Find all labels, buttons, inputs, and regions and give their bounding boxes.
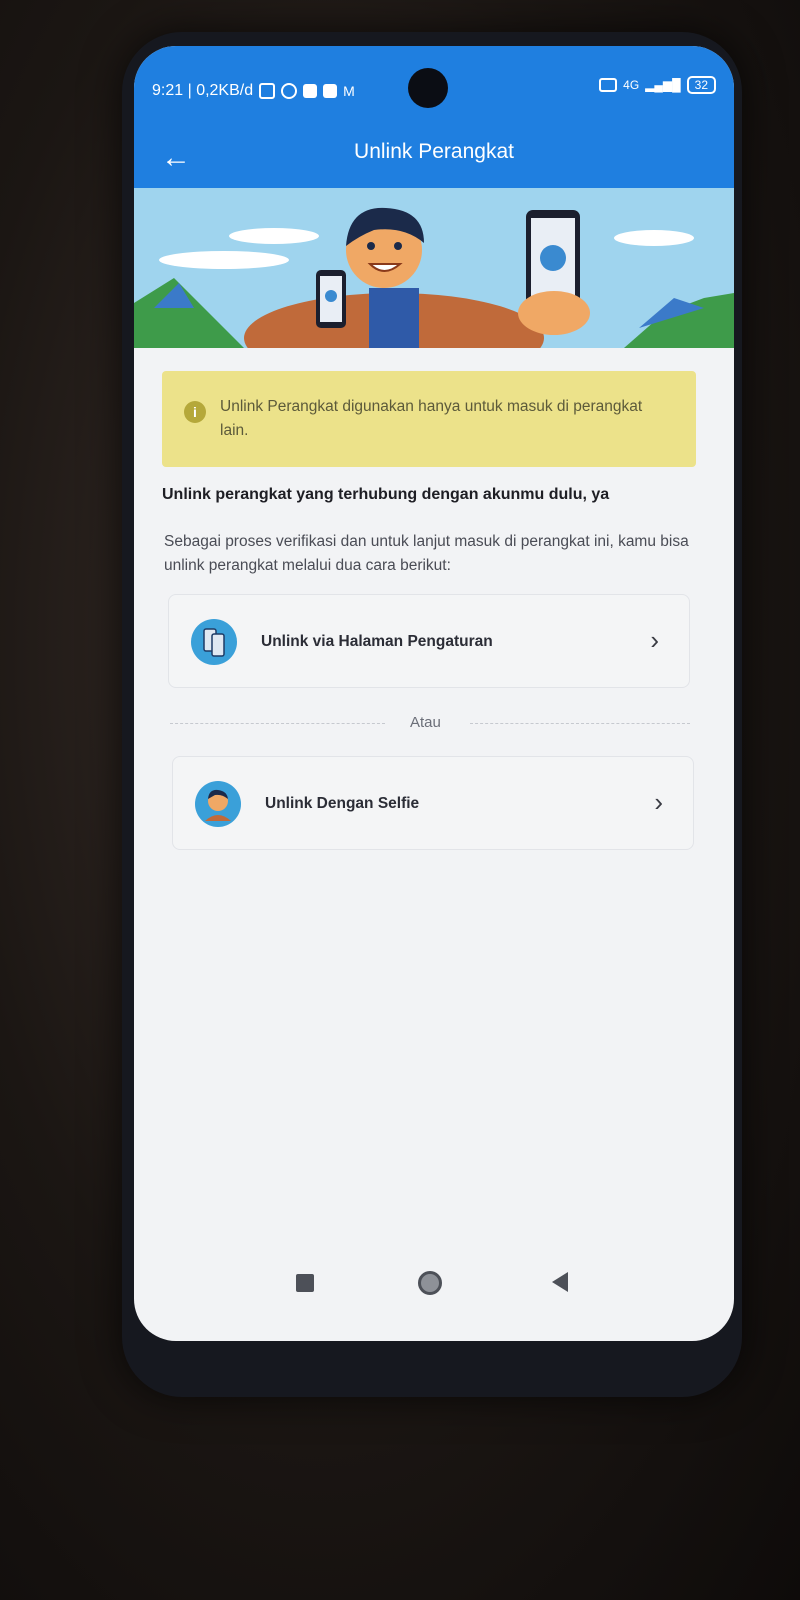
app-notification-icon-2 xyxy=(323,84,338,98)
option-label: Unlink Dengan Selfie xyxy=(265,795,420,812)
info-banner-text: Unlink Perangkat digunakan hanya untuk m… xyxy=(220,398,643,439)
page-title: Unlink Perangkat xyxy=(354,140,514,163)
notification-muted-icon xyxy=(259,83,276,99)
phone-screen: 9:21 | 0,2KB/d M 4G ▂▄▆█ 32 ← Unlink Per… xyxy=(134,46,734,1341)
phone-settings-icon xyxy=(191,619,237,665)
recent-apps-button[interactable] xyxy=(296,1274,314,1292)
home-button[interactable] xyxy=(418,1271,442,1295)
hero-illustration xyxy=(134,188,734,383)
selfie-avatar-icon xyxy=(195,781,241,827)
alarm-icon xyxy=(281,83,298,99)
section-description: Sebagai proses verifikasi dan untuk lanj… xyxy=(164,533,689,574)
chevron-right-icon: › xyxy=(650,625,659,655)
divider-text: Atau xyxy=(410,714,441,731)
status-time: 9:21 | 0,2KB/d xyxy=(152,82,254,99)
unlink-via-settings-option[interactable]: Unlink via Halaman Pengaturan › xyxy=(168,594,690,688)
gmail-icon: M xyxy=(343,83,355,99)
section-heading: Unlink perangkat yang terhubung dengan a… xyxy=(162,486,610,503)
system-nav-bar xyxy=(134,1266,734,1306)
front-camera xyxy=(408,68,448,108)
chevron-right-icon: › xyxy=(654,787,663,817)
divider-line-left xyxy=(170,723,385,724)
divider-line-right xyxy=(470,723,690,724)
info-icon: i xyxy=(184,401,206,423)
system-back-button[interactable] xyxy=(552,1272,568,1292)
option-label: Unlink via Halaman Pengaturan xyxy=(261,633,493,650)
info-banner: i Unlink Perangkat digunakan hanya untuk… xyxy=(162,371,696,467)
app-bar: 9:21 | 0,2KB/d M 4G ▂▄▆█ 32 ← Unlink Per… xyxy=(134,46,734,196)
signal-icon: ▂▄▆█ xyxy=(645,78,681,92)
battery-indicator: 32 xyxy=(686,76,716,94)
unlink-with-selfie-option[interactable]: Unlink Dengan Selfie › xyxy=(172,756,694,850)
volte-icon xyxy=(599,78,618,92)
network-type: 4G xyxy=(623,78,640,92)
app-notification-icon xyxy=(303,84,318,98)
or-divider: Atau xyxy=(170,708,690,738)
